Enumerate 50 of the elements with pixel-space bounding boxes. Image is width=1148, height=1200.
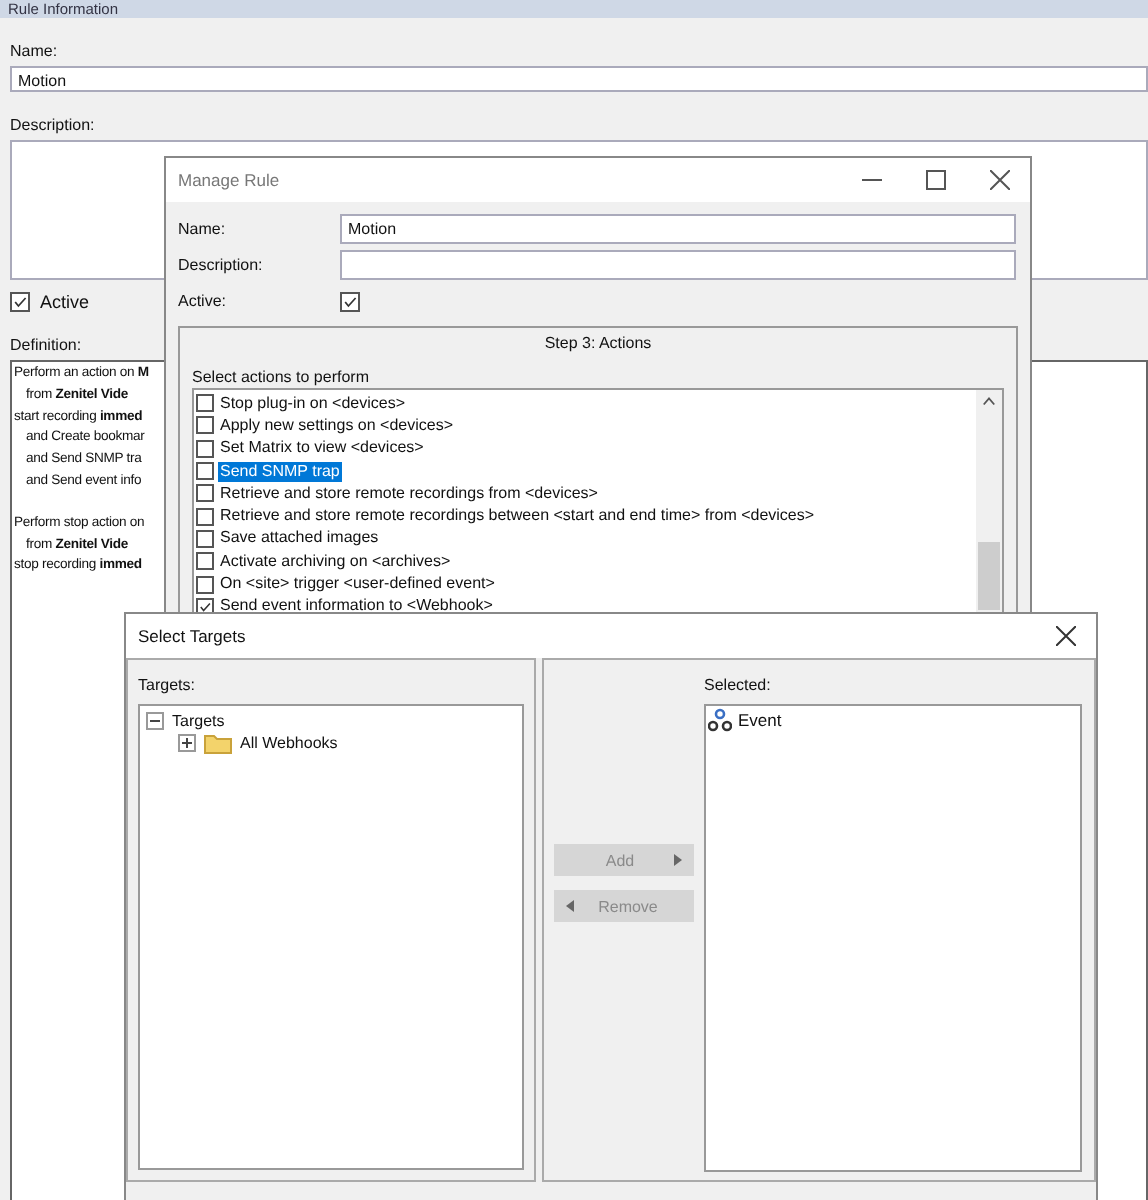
field-label: Definition: — [10, 336, 82, 356]
maximize-icon[interactable] — [926, 170, 946, 190]
checkbox[interactable] — [196, 462, 214, 481]
checkbox[interactable] — [196, 484, 214, 503]
field-label: Name: — [10, 42, 58, 62]
checkbox[interactable] — [196, 575, 214, 594]
action-item[interactable]: Save attached images — [218, 528, 381, 549]
webhook-icon — [708, 708, 732, 732]
field-label: Name: — [178, 220, 228, 238]
list-label: Selected: — [704, 676, 773, 696]
action-item[interactable]: Retrieve and store remote recordings from <devices> — [218, 483, 600, 504]
checkbox[interactable] — [196, 529, 214, 548]
close-icon[interactable] — [1056, 626, 1076, 646]
field-label: Active: — [178, 292, 229, 310]
checkbox[interactable] — [196, 439, 214, 458]
action-item[interactable]: Apply new settings on <devices> — [218, 415, 456, 436]
close-icon[interactable] — [990, 170, 1010, 190]
tree-item[interactable]: Targets — [172, 712, 225, 730]
action-item[interactable]: Activate archiving on <archives> — [218, 551, 453, 572]
action-item[interactable]: On <site> trigger <user-defined event> — [218, 574, 497, 595]
checkbox[interactable] — [196, 394, 214, 413]
field-label: Description: — [178, 256, 265, 274]
description-field[interactable] — [340, 250, 1016, 280]
tree-item[interactable]: All Webhooks — [240, 734, 338, 752]
action-item[interactable]: Stop plug-in on <devices> — [218, 393, 408, 414]
expand-icon[interactable] — [178, 734, 196, 752]
action-item[interactable]: Send SNMP trap — [218, 461, 342, 482]
list-item[interactable]: Event — [738, 710, 782, 730]
checkbox[interactable] — [10, 292, 30, 312]
dialog-title: Manage Rule — [178, 170, 280, 190]
folder-icon — [204, 732, 232, 754]
list-label: Select actions to perform — [192, 368, 371, 388]
right-arrow-icon — [674, 854, 682, 866]
collapse-icon[interactable] — [146, 712, 164, 730]
checkbox[interactable] — [196, 552, 214, 571]
checkbox[interactable] — [196, 416, 214, 435]
name-field[interactable]: Motion — [10, 66, 1148, 92]
step-title: Step 3: Actions — [544, 334, 652, 352]
name-field[interactable]: Motion — [340, 214, 1016, 244]
action-item[interactable]: Retrieve and store remote recordings between <start and end time> from <devices> — [218, 506, 817, 527]
list-label: Targets: — [138, 676, 197, 696]
checkbox[interactable] — [340, 291, 360, 311]
left-arrow-icon — [566, 900, 574, 912]
action-item[interactable]: Set Matrix to view <devices> — [218, 438, 426, 459]
checkbox-label: Active — [40, 292, 90, 312]
dialog-title: Select Targets — [138, 626, 246, 646]
field-label: Description: — [10, 116, 95, 136]
scroll-up-icon[interactable] — [982, 396, 996, 406]
checkbox[interactable] — [196, 507, 214, 526]
action-item[interactable]: Send event information to <Webhook> — [218, 596, 495, 617]
